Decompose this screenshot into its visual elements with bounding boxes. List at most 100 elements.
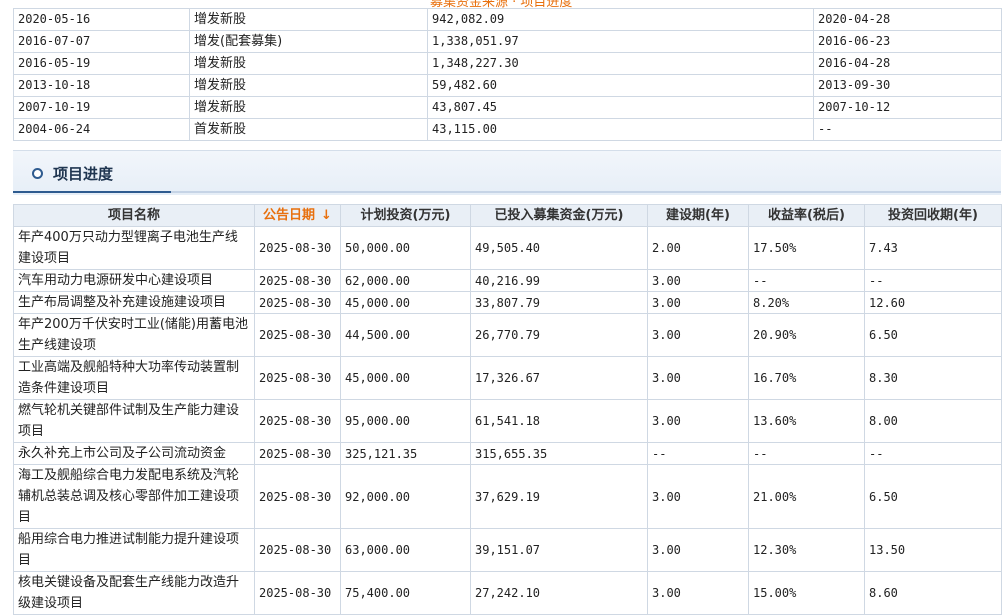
cell-payback: 13.50 [864,528,1002,572]
cell-payback: 12.60 [864,291,1002,314]
table-row: 核电关键设备及配套生产线能力改造升级建设项目 2025-08-30 75,400.0… [13,571,1002,615]
cell-date: 2025-08-30 [254,528,341,572]
sort-desc-icon[interactable]: ↓ [321,208,332,223]
cell-plan: 75,400.00 [340,571,471,615]
cell-period: -- [647,442,749,465]
cell-yield: 16.70% [748,356,865,400]
cell-project-name: 生产布局调整及补充建设施建设项目 [13,291,255,314]
table-row: 海工及舰船综合电力发配电系统及汽轮辅机总装总调及核心零部件加工建设项目 2025-… [13,464,1002,529]
cell-invested: 26,770.79 [470,313,648,357]
cell-date2: 2020-04-28 [813,8,1002,31]
cell-period: 3.00 [647,528,749,572]
cell-date: 2016-05-19 [13,52,190,75]
cell-invested: 39,151.07 [470,528,648,572]
cell-amount: 1,348,227.30 [427,52,814,75]
cell-payback: 8.60 [864,571,1002,615]
cell-payback: 8.30 [864,356,1002,400]
cell-period: 3.00 [647,269,749,292]
col-header-date-label: 公告日期 [263,208,316,223]
cell-date2: 2016-06-23 [813,30,1002,53]
cell-period: 3.00 [647,356,749,400]
cell-date: 2025-08-30 [254,226,341,270]
project-progress-header: 项目进度 [13,150,1001,195]
cell-date: 2025-08-30 [254,291,341,314]
project-progress-table: 项目名称 公告日期 ↓ 计划投资(万元) 已投入募集资金(万元) 建设期(年) 收… [13,204,1002,615]
cell-period: 3.00 [647,291,749,314]
cell-period: 3.00 [647,313,749,357]
col-header-name: 项目名称 [13,204,255,227]
col-header-invested: 已投入募集资金(万元) [470,204,648,227]
cell-yield: 12.30% [748,528,865,572]
cell-yield: -- [748,442,865,465]
cell-invested: 40,216.99 [470,269,648,292]
cell-type: 增发新股 [189,74,428,97]
table-row: 年产200万千伏安时工业(储能)用蓄电池生产线建设项 2025-08-30 44,5… [13,313,1002,357]
cell-type: 首发新股 [189,118,428,141]
col-header-period: 建设期(年) [647,204,749,227]
cell-date2: -- [813,118,1002,141]
cell-date: 2004-06-24 [13,118,190,141]
cell-type: 增发(配套募集) [189,30,428,53]
cell-invested: 17,326.67 [470,356,648,400]
table-header-row: 项目名称 公告日期 ↓ 计划投资(万元) 已投入募集资金(万元) 建设期(年) 收… [13,204,1002,227]
cell-amount: 942,082.09 [427,8,814,31]
cell-period: 3.00 [647,399,749,443]
cell-invested: 27,242.10 [470,571,648,615]
cell-amount: 43,807.45 [427,96,814,119]
cell-payback: 7.43 [864,226,1002,270]
cell-date: 2013-10-18 [13,74,190,97]
table-row: 2020-05-16 增发新股 942,082.09 2020-04-28 [13,8,1002,31]
cell-invested: 33,807.79 [470,291,648,314]
cell-date: 2025-08-30 [254,356,341,400]
cell-period: 3.00 [647,571,749,615]
cell-project-name: 年产200万千伏安时工业(储能)用蓄电池生产线建设项 [13,313,255,357]
cell-yield: -- [748,269,865,292]
table-row: 2016-05-19 增发新股 1,348,227.30 2016-04-28 [13,52,1002,75]
issue-table: 2020-05-16 增发新股 942,082.09 2020-04-28 2016-0… [13,8,1002,141]
cell-yield: 8.20% [748,291,865,314]
cell-date: 2025-08-30 [254,269,341,292]
cell-plan: 92,000.00 [340,464,471,529]
cell-yield: 15.00% [748,571,865,615]
cell-plan: 45,000.00 [340,291,471,314]
cell-invested: 37,629.19 [470,464,648,529]
cell-invested: 61,541.18 [470,399,648,443]
cell-date2: 2013-09-30 [813,74,1002,97]
cell-date: 2007-10-19 [13,96,190,119]
cell-invested: 315,655.35 [470,442,648,465]
cell-yield: 21.00% [748,464,865,529]
cell-payback: 8.00 [864,399,1002,443]
cell-payback: 6.50 [864,313,1002,357]
table-row: 2013-10-18 增发新股 59,482.60 2013-09-30 [13,74,1002,97]
cell-project-name: 核电关键设备及配套生产线能力改造升级建设项目 [13,571,255,615]
cell-project-name: 汽车用动力电源研发中心建设项目 [13,269,255,292]
cell-plan: 325,121.35 [340,442,471,465]
cell-project-name: 船用综合电力推进试制能力提升建设项目 [13,528,255,572]
cell-plan: 44,500.00 [340,313,471,357]
cell-payback: 6.50 [864,464,1002,529]
cell-date: 2016-07-07 [13,30,190,53]
cell-project-name: 年产400万只动力型锂离子电池生产线建设项目 [13,226,255,270]
cell-project-name: 工业高端及舰船特种大功率传动装置制造条件建设项目 [13,356,255,400]
col-header-payback: 投资回收期(年) [864,204,1002,227]
cell-date: 2025-08-30 [254,464,341,529]
table-row: 年产400万只动力型锂离子电池生产线建设项目 2025-08-30 50,000.0… [13,226,1002,270]
cell-plan: 50,000.00 [340,226,471,270]
cell-date: 2025-08-30 [254,313,341,357]
cell-date2: 2016-04-28 [813,52,1002,75]
cell-yield: 20.90% [748,313,865,357]
table-row: 生产布局调整及补充建设施建设项目 2025-08-30 45,000.00 33,80… [13,291,1002,314]
col-header-date-sort[interactable]: 公告日期 ↓ [254,204,341,227]
cell-date: 2020-05-16 [13,8,190,31]
col-header-yield: 收益率(税后) [748,204,865,227]
cell-plan: 62,000.00 [340,269,471,292]
section-bullet-icon [32,168,43,179]
cell-period: 3.00 [647,464,749,529]
cell-yield: 13.60% [748,399,865,443]
table-row: 永久补充上市公司及子公司流动资金 2025-08-30 325,121.35 315,… [13,442,1002,465]
cell-date: 2025-08-30 [254,399,341,443]
section-title: 项目进度 [53,165,114,183]
cell-type: 增发新股 [189,96,428,119]
cell-plan: 95,000.00 [340,399,471,443]
cell-yield: 17.50% [748,226,865,270]
